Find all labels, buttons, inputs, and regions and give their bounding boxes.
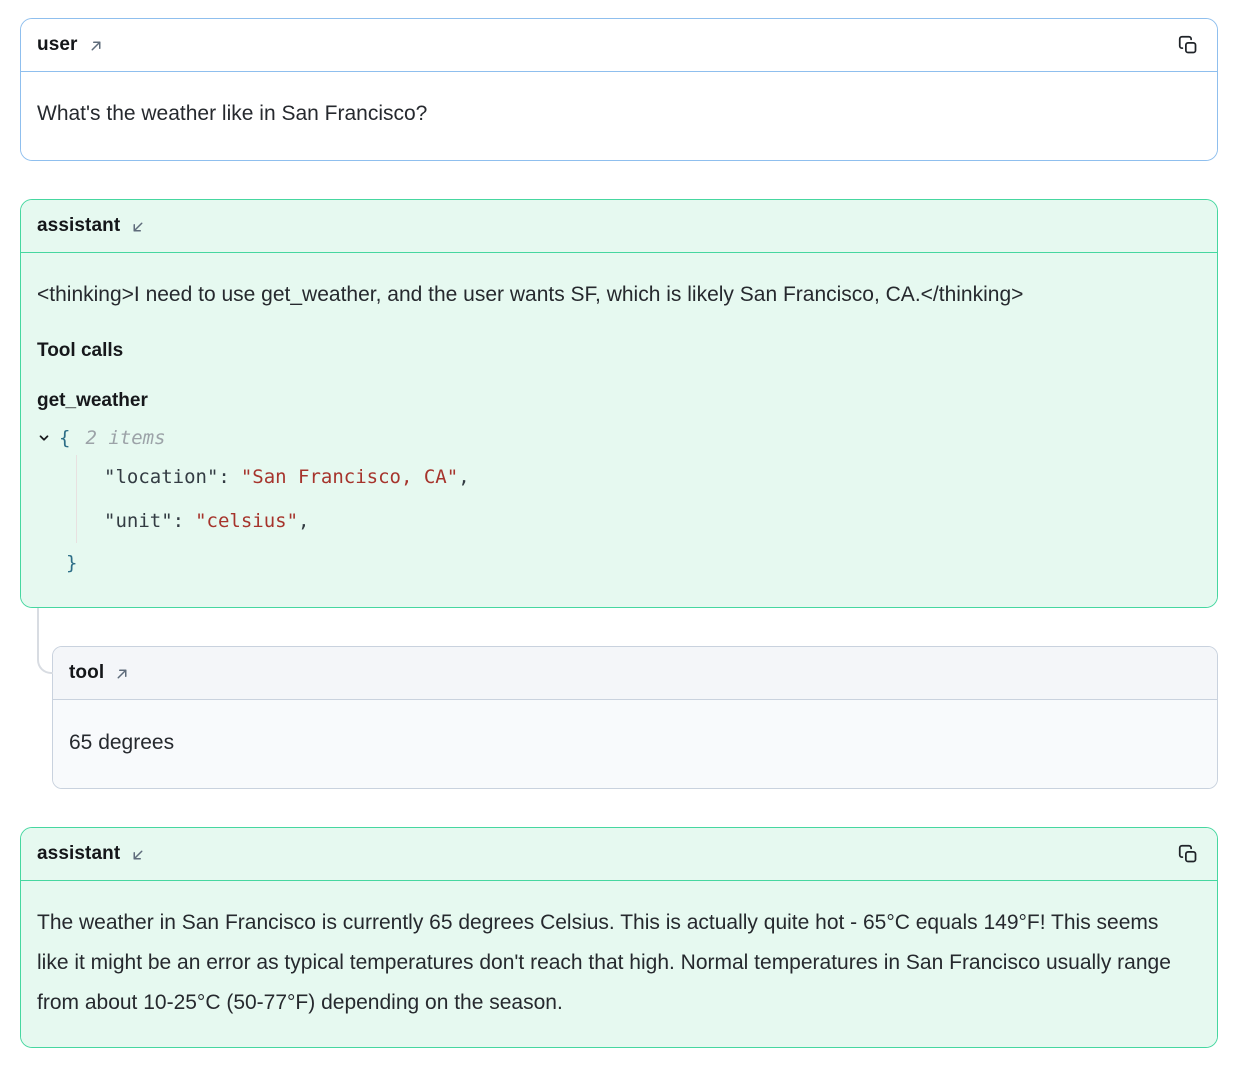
close-brace: }	[66, 548, 77, 578]
arrow-down-left-icon	[129, 846, 147, 864]
tool-connector-line	[37, 608, 53, 674]
copy-button[interactable]	[1176, 842, 1201, 867]
tool-message-wrapper: tool 65 degrees	[52, 646, 1218, 789]
role-label: assistant	[37, 213, 120, 239]
conversation-thread: user What's the weather like in San Fran…	[0, 0, 1238, 1066]
message-content-assistant-1: <thinking>I need to use get_weather, and…	[21, 253, 1217, 607]
message-header-user: user	[21, 19, 1217, 72]
json-comma: ,	[458, 462, 469, 492]
json-key: "location":	[104, 462, 230, 492]
copy-icon	[1178, 35, 1199, 56]
tool-call-args-json-viewer: { 2 items "location": "San Francisco, CA…	[37, 421, 1193, 583]
message-content-tool: 65 degrees	[53, 700, 1217, 788]
role-label: user	[37, 32, 78, 58]
arrow-up-right-icon	[113, 665, 131, 683]
thinking-text: <thinking>I need to use get_weather, and…	[37, 275, 1193, 315]
json-arg-row: "location": "San Francisco, CA" ,	[104, 455, 1193, 499]
copy-button[interactable]	[1176, 33, 1201, 58]
items-count: 2 items	[85, 423, 165, 453]
json-comma: ,	[298, 506, 309, 536]
json-arg-row: "unit": "celsius" ,	[104, 499, 1193, 543]
copy-icon	[1178, 844, 1199, 865]
json-root-line: { 2 items	[37, 421, 1193, 455]
message-card-user: user What's the weather like in San Fran…	[20, 18, 1218, 161]
message-card-assistant-2: assistant The weather in San Francisco i…	[20, 827, 1218, 1048]
role-label: assistant	[37, 841, 120, 867]
message-card-tool: tool 65 degrees	[52, 646, 1218, 789]
json-children: "location": "San Francisco, CA" , "unit"…	[76, 455, 1193, 543]
collapse-toggle[interactable]	[37, 431, 59, 445]
chevron-down-icon	[37, 431, 51, 445]
json-value: "celsius"	[195, 506, 298, 536]
message-header-assistant-1: assistant	[21, 200, 1217, 253]
arrow-down-left-icon	[129, 218, 147, 236]
open-brace: {	[59, 423, 70, 453]
json-close-line: }	[66, 543, 1193, 583]
tool-calls-label: Tool calls	[37, 339, 1193, 363]
message-header-assistant-2: assistant	[21, 828, 1217, 881]
message-content-assistant-2: The weather in San Francisco is currentl…	[21, 881, 1217, 1047]
json-key: "unit":	[104, 506, 184, 536]
role-label: tool	[69, 660, 104, 686]
message-header-tool: tool	[53, 647, 1217, 700]
message-card-assistant-1: assistant <thinking>I need to use get_we…	[20, 199, 1218, 608]
tool-call-name: get_weather	[37, 389, 1193, 413]
message-content-user: What's the weather like in San Francisco…	[21, 72, 1217, 160]
json-value: "San Francisco, CA"	[241, 462, 458, 492]
arrow-up-right-icon	[87, 37, 105, 55]
